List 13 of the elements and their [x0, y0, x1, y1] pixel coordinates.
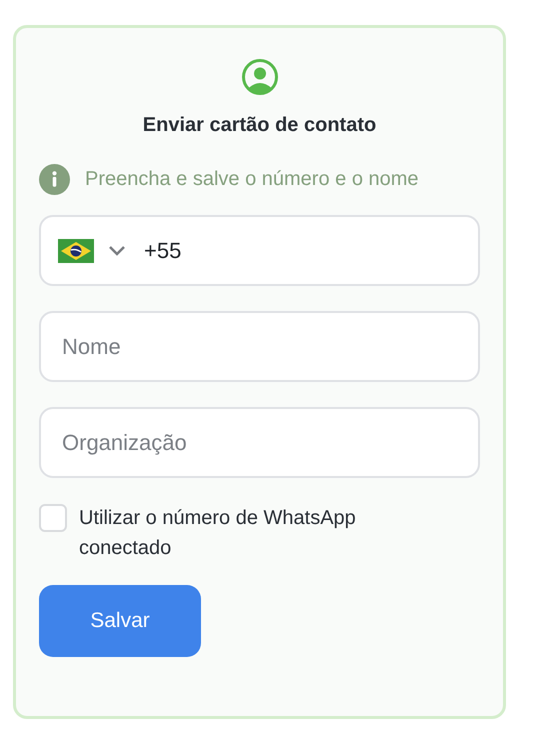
card-title: Enviar cartão de contato [142, 113, 378, 138]
text-field[interactable]: Organização [39, 407, 480, 478]
flag-icon [58, 238, 94, 262]
info-text: Preencha e salve o número e o nome [85, 166, 420, 192]
info-icon [39, 164, 70, 195]
text-field[interactable]: Nome [39, 311, 480, 382]
chevron-down-icon[interactable] [108, 244, 126, 256]
user-circle-icon [240, 58, 278, 96]
checkbox-label: Utilizar o número de WhatsApp conectado [79, 506, 357, 561]
save-button[interactable]: Salvar [39, 585, 201, 657]
country-code: +55 [144, 237, 182, 265]
phone-field[interactable]: +55 [39, 215, 480, 286]
checkbox[interactable] [39, 504, 67, 532]
